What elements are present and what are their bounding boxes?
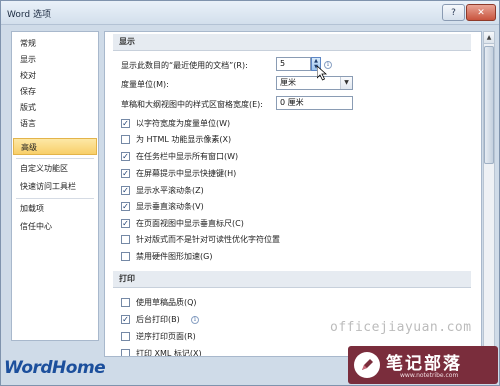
- checkbox-label: 禁用硬件图形加速(G): [136, 252, 213, 261]
- nav-item-display[interactable]: 显示: [13, 51, 97, 68]
- window-title: Word 选项: [7, 10, 51, 20]
- pen-logo-icon: [354, 352, 380, 378]
- checkbox-label: 以字符宽度为度量单位(W): [136, 119, 231, 128]
- nav-item-save[interactable]: 保存: [13, 83, 97, 100]
- checkbox-label: 使用草稿品质(Q): [136, 298, 197, 307]
- chevron-down-icon[interactable]: ▼: [340, 77, 352, 89]
- checkbox[interactable]: ✓: [121, 169, 130, 178]
- nav-item-quick-access-toolbar[interactable]: 快速访问工具栏: [13, 178, 97, 195]
- info-icon: i: [191, 316, 199, 324]
- close-button[interactable]: ✕: [466, 4, 496, 21]
- checkbox[interactable]: [121, 235, 130, 244]
- checkbox[interactable]: [121, 349, 130, 356]
- checkbox[interactable]: ✓: [121, 119, 130, 128]
- options-nav: 常规 显示 校对 保存 版式 语言 高级 自定义功能区 快速访问工具栏 加载项 …: [11, 31, 99, 341]
- checkbox[interactable]: [121, 298, 130, 307]
- badge-title: 笔记部落: [386, 354, 462, 374]
- units-dropdown[interactable]: 厘米 ▼: [276, 76, 353, 90]
- checkbox[interactable]: ✓: [121, 202, 130, 211]
- mouse-cursor-icon: [317, 66, 327, 81]
- units-selected-value: 厘米: [280, 78, 296, 87]
- checkbox-label: 后台打印(B): [136, 315, 180, 324]
- wordhome-watermark-logo: WordHome: [4, 358, 106, 378]
- checkbox[interactable]: [121, 135, 130, 144]
- scroll-up-icon[interactable]: ▲: [484, 32, 494, 44]
- checkbox[interactable]: ✓: [121, 186, 130, 195]
- checkbox[interactable]: [121, 252, 130, 261]
- checkbox[interactable]: ✓: [121, 219, 130, 228]
- scrollbar-thumb[interactable]: [484, 46, 494, 164]
- badge-url: www.notetribe.com: [400, 372, 459, 379]
- checkbox-label: 为 HTML 功能显示像素(X): [136, 135, 232, 144]
- checkbox-label: 在屏幕提示中显示快捷键(H): [136, 169, 237, 178]
- checkbox-label: 针对版式而不是针对可读性优化字符位置: [136, 235, 280, 244]
- site-watermark: officejiayuan.com: [330, 320, 472, 335]
- nav-item-general[interactable]: 常规: [13, 35, 97, 52]
- nav-item-layout[interactable]: 版式: [13, 99, 97, 116]
- checkbox[interactable]: ✓: [121, 152, 130, 161]
- vertical-scrollbar[interactable]: ▲: [483, 31, 495, 357]
- help-button[interactable]: ?: [442, 4, 465, 21]
- nav-item-add-ins[interactable]: 加载项: [13, 200, 97, 217]
- nav-item-language[interactable]: 语言: [13, 115, 97, 132]
- recent-docs-input[interactable]: 5: [276, 57, 311, 71]
- display-section-header: 显示: [113, 34, 471, 51]
- checkbox-label: 显示垂直滚动条(V): [136, 202, 204, 211]
- checkbox-label: 逆序打印页面(R): [136, 332, 196, 341]
- print-section-header: 打印: [113, 271, 471, 288]
- nav-item-proofing[interactable]: 校对: [13, 67, 97, 84]
- nav-item-advanced[interactable]: 高级: [13, 138, 97, 155]
- checkbox[interactable]: ✓: [121, 315, 130, 324]
- options-content: 显示 显示此数目的“最近使用的文档”(R): 5 ▲ ▼ i 度量单位(M): …: [104, 31, 482, 357]
- draft-width-label: 草稿和大纲视图中的样式区窗格宽度(E):: [121, 100, 263, 109]
- pen-icon: [362, 359, 373, 370]
- checkbox-label: 打印 XML 标记(X): [136, 349, 202, 357]
- nav-item-trust-center[interactable]: 信任中心: [13, 218, 97, 235]
- nav-divider: [16, 198, 94, 199]
- checkbox-label: 在任务栏中显示所有窗口(W): [136, 152, 239, 161]
- checkbox-label: 显示水平滚动条(Z): [136, 186, 204, 195]
- nav-item-customize-ribbon[interactable]: 自定义功能区: [13, 160, 97, 177]
- nav-divider: [16, 158, 94, 159]
- units-label: 度量单位(M):: [121, 80, 169, 89]
- draft-width-input[interactable]: 0 厘米: [276, 96, 353, 110]
- checkbox[interactable]: [121, 332, 130, 341]
- recent-docs-label: 显示此数目的“最近使用的文档”(R):: [121, 61, 248, 70]
- checkbox-label: 在页面视图中显示垂直标尺(C): [136, 219, 244, 228]
- notetribe-badge: 笔记部落 www.notetribe.com: [348, 346, 498, 384]
- title-bar: Word 选项 ? ✕: [1, 1, 499, 25]
